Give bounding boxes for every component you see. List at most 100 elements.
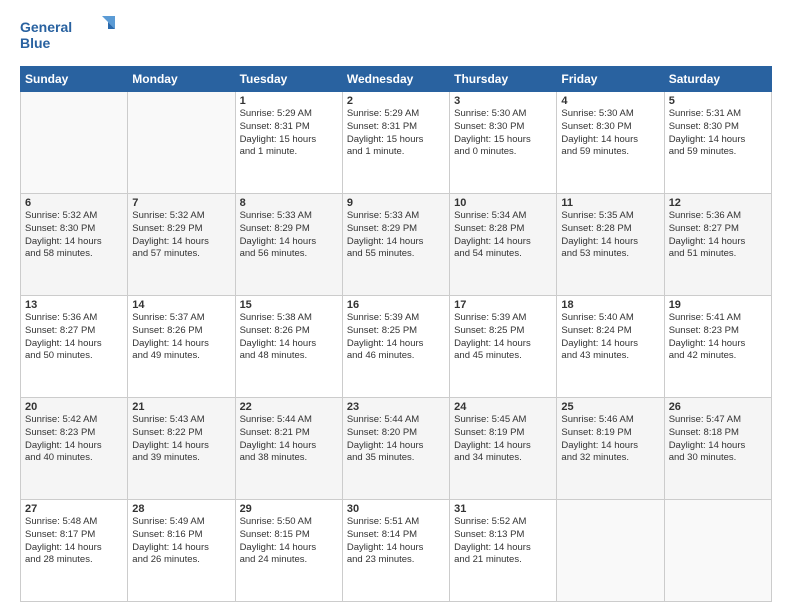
day-info: Sunrise: 5:33 AM Sunset: 8:29 PM Dayligh…: [240, 210, 338, 261]
calendar-week-1: 1Sunrise: 5:29 AM Sunset: 8:31 PM Daylig…: [21, 92, 772, 194]
day-number: 31: [454, 503, 552, 515]
calendar-cell: 10Sunrise: 5:34 AM Sunset: 8:28 PM Dayli…: [450, 194, 557, 296]
calendar-cell: 27Sunrise: 5:48 AM Sunset: 8:17 PM Dayli…: [21, 500, 128, 602]
svg-text:General: General: [20, 19, 72, 35]
day-number: 19: [669, 299, 767, 311]
calendar-cell: 22Sunrise: 5:44 AM Sunset: 8:21 PM Dayli…: [235, 398, 342, 500]
calendar-cell: 24Sunrise: 5:45 AM Sunset: 8:19 PM Dayli…: [450, 398, 557, 500]
svg-text:Blue: Blue: [20, 35, 51, 51]
calendar-cell: 31Sunrise: 5:52 AM Sunset: 8:13 PM Dayli…: [450, 500, 557, 602]
calendar-week-5: 27Sunrise: 5:48 AM Sunset: 8:17 PM Dayli…: [21, 500, 772, 602]
day-info: Sunrise: 5:40 AM Sunset: 8:24 PM Dayligh…: [561, 312, 659, 363]
day-info: Sunrise: 5:52 AM Sunset: 8:13 PM Dayligh…: [454, 516, 552, 567]
day-number: 15: [240, 299, 338, 311]
day-info: Sunrise: 5:33 AM Sunset: 8:29 PM Dayligh…: [347, 210, 445, 261]
day-info: Sunrise: 5:32 AM Sunset: 8:29 PM Dayligh…: [132, 210, 230, 261]
day-info: Sunrise: 5:32 AM Sunset: 8:30 PM Dayligh…: [25, 210, 123, 261]
day-number: 21: [132, 401, 230, 413]
day-info: Sunrise: 5:42 AM Sunset: 8:23 PM Dayligh…: [25, 414, 123, 465]
calendar-cell: 3Sunrise: 5:30 AM Sunset: 8:30 PM Daylig…: [450, 92, 557, 194]
day-number: 2: [347, 95, 445, 107]
day-info: Sunrise: 5:37 AM Sunset: 8:26 PM Dayligh…: [132, 312, 230, 363]
header-day-saturday: Saturday: [664, 67, 771, 92]
calendar-cell: 1Sunrise: 5:29 AM Sunset: 8:31 PM Daylig…: [235, 92, 342, 194]
calendar-cell: [21, 92, 128, 194]
day-info: Sunrise: 5:45 AM Sunset: 8:19 PM Dayligh…: [454, 414, 552, 465]
day-number: 27: [25, 503, 123, 515]
day-number: 16: [347, 299, 445, 311]
day-number: 4: [561, 95, 659, 107]
calendar-cell: [664, 500, 771, 602]
day-info: Sunrise: 5:39 AM Sunset: 8:25 PM Dayligh…: [454, 312, 552, 363]
calendar-cell: 9Sunrise: 5:33 AM Sunset: 8:29 PM Daylig…: [342, 194, 449, 296]
day-number: 10: [454, 197, 552, 209]
day-info: Sunrise: 5:41 AM Sunset: 8:23 PM Dayligh…: [669, 312, 767, 363]
day-info: Sunrise: 5:44 AM Sunset: 8:20 PM Dayligh…: [347, 414, 445, 465]
calendar-cell: 30Sunrise: 5:51 AM Sunset: 8:14 PM Dayli…: [342, 500, 449, 602]
header-day-wednesday: Wednesday: [342, 67, 449, 92]
day-number: 25: [561, 401, 659, 413]
day-info: Sunrise: 5:30 AM Sunset: 8:30 PM Dayligh…: [561, 108, 659, 159]
calendar-cell: 6Sunrise: 5:32 AM Sunset: 8:30 PM Daylig…: [21, 194, 128, 296]
calendar-cell: 4Sunrise: 5:30 AM Sunset: 8:30 PM Daylig…: [557, 92, 664, 194]
calendar-header-row: SundayMondayTuesdayWednesdayThursdayFrid…: [21, 67, 772, 92]
calendar-cell: 25Sunrise: 5:46 AM Sunset: 8:19 PM Dayli…: [557, 398, 664, 500]
calendar-cell: 21Sunrise: 5:43 AM Sunset: 8:22 PM Dayli…: [128, 398, 235, 500]
day-info: Sunrise: 5:51 AM Sunset: 8:14 PM Dayligh…: [347, 516, 445, 567]
day-info: Sunrise: 5:39 AM Sunset: 8:25 PM Dayligh…: [347, 312, 445, 363]
calendar-cell: 2Sunrise: 5:29 AM Sunset: 8:31 PM Daylig…: [342, 92, 449, 194]
day-number: 30: [347, 503, 445, 515]
calendar-cell: 7Sunrise: 5:32 AM Sunset: 8:29 PM Daylig…: [128, 194, 235, 296]
day-number: 9: [347, 197, 445, 209]
day-number: 28: [132, 503, 230, 515]
calendar-cell: 26Sunrise: 5:47 AM Sunset: 8:18 PM Dayli…: [664, 398, 771, 500]
calendar-cell: 28Sunrise: 5:49 AM Sunset: 8:16 PM Dayli…: [128, 500, 235, 602]
calendar-cell: 17Sunrise: 5:39 AM Sunset: 8:25 PM Dayli…: [450, 296, 557, 398]
day-info: Sunrise: 5:49 AM Sunset: 8:16 PM Dayligh…: [132, 516, 230, 567]
day-number: 8: [240, 197, 338, 209]
day-number: 13: [25, 299, 123, 311]
day-number: 1: [240, 95, 338, 107]
page: General Blue SundayMondayTuesdayWednesda…: [0, 0, 792, 612]
calendar-cell: 18Sunrise: 5:40 AM Sunset: 8:24 PM Dayli…: [557, 296, 664, 398]
calendar-cell: 23Sunrise: 5:44 AM Sunset: 8:20 PM Dayli…: [342, 398, 449, 500]
day-info: Sunrise: 5:36 AM Sunset: 8:27 PM Dayligh…: [669, 210, 767, 261]
day-number: 17: [454, 299, 552, 311]
calendar-cell: 13Sunrise: 5:36 AM Sunset: 8:27 PM Dayli…: [21, 296, 128, 398]
calendar-week-2: 6Sunrise: 5:32 AM Sunset: 8:30 PM Daylig…: [21, 194, 772, 296]
header-day-thursday: Thursday: [450, 67, 557, 92]
day-info: Sunrise: 5:29 AM Sunset: 8:31 PM Dayligh…: [347, 108, 445, 159]
day-number: 23: [347, 401, 445, 413]
calendar-cell: 29Sunrise: 5:50 AM Sunset: 8:15 PM Dayli…: [235, 500, 342, 602]
calendar-week-4: 20Sunrise: 5:42 AM Sunset: 8:23 PM Dayli…: [21, 398, 772, 500]
day-number: 6: [25, 197, 123, 209]
day-number: 14: [132, 299, 230, 311]
calendar-cell: [557, 500, 664, 602]
calendar-cell: 5Sunrise: 5:31 AM Sunset: 8:30 PM Daylig…: [664, 92, 771, 194]
day-info: Sunrise: 5:43 AM Sunset: 8:22 PM Dayligh…: [132, 414, 230, 465]
calendar-cell: 12Sunrise: 5:36 AM Sunset: 8:27 PM Dayli…: [664, 194, 771, 296]
header: General Blue: [20, 16, 772, 56]
day-number: 22: [240, 401, 338, 413]
day-info: Sunrise: 5:35 AM Sunset: 8:28 PM Dayligh…: [561, 210, 659, 261]
day-number: 29: [240, 503, 338, 515]
calendar-cell: 15Sunrise: 5:38 AM Sunset: 8:26 PM Dayli…: [235, 296, 342, 398]
calendar-cell: 16Sunrise: 5:39 AM Sunset: 8:25 PM Dayli…: [342, 296, 449, 398]
calendar-cell: 20Sunrise: 5:42 AM Sunset: 8:23 PM Dayli…: [21, 398, 128, 500]
day-info: Sunrise: 5:29 AM Sunset: 8:31 PM Dayligh…: [240, 108, 338, 159]
day-number: 12: [669, 197, 767, 209]
day-info: Sunrise: 5:34 AM Sunset: 8:28 PM Dayligh…: [454, 210, 552, 261]
header-day-friday: Friday: [557, 67, 664, 92]
day-info: Sunrise: 5:38 AM Sunset: 8:26 PM Dayligh…: [240, 312, 338, 363]
day-info: Sunrise: 5:46 AM Sunset: 8:19 PM Dayligh…: [561, 414, 659, 465]
day-number: 11: [561, 197, 659, 209]
day-info: Sunrise: 5:30 AM Sunset: 8:30 PM Dayligh…: [454, 108, 552, 159]
header-day-sunday: Sunday: [21, 67, 128, 92]
calendar-cell: 19Sunrise: 5:41 AM Sunset: 8:23 PM Dayli…: [664, 296, 771, 398]
day-info: Sunrise: 5:31 AM Sunset: 8:30 PM Dayligh…: [669, 108, 767, 159]
day-info: Sunrise: 5:48 AM Sunset: 8:17 PM Dayligh…: [25, 516, 123, 567]
day-number: 5: [669, 95, 767, 107]
day-info: Sunrise: 5:44 AM Sunset: 8:21 PM Dayligh…: [240, 414, 338, 465]
calendar-cell: 11Sunrise: 5:35 AM Sunset: 8:28 PM Dayli…: [557, 194, 664, 296]
day-info: Sunrise: 5:50 AM Sunset: 8:15 PM Dayligh…: [240, 516, 338, 567]
